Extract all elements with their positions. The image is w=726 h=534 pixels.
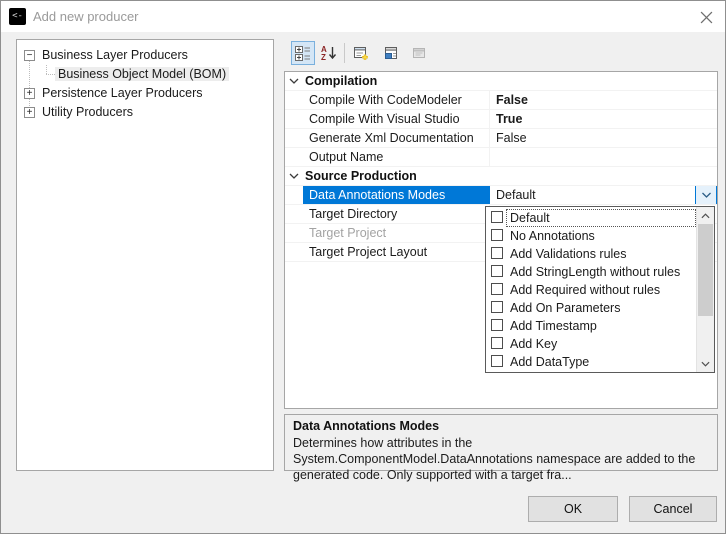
property-value[interactable] xyxy=(490,148,717,166)
data-annotations-dropdown: Default No Annotations Add Validations r… xyxy=(485,206,715,373)
checkbox[interactable] xyxy=(491,301,503,313)
tree-item-business-layer-producers[interactable]: Business Layer Producers xyxy=(39,46,191,65)
dropdown-item-add-stringlength-without-rules[interactable]: Add StringLength without rules xyxy=(486,263,696,281)
dropdown-item-add-on-parameters[interactable]: Add On Parameters xyxy=(486,299,696,317)
property-value[interactable]: Default xyxy=(490,186,717,204)
combo-value: Default xyxy=(496,188,536,202)
property-description-panel: Data Annotations Modes Determines how at… xyxy=(284,414,718,482)
description-text: Determines how attributes in the System.… xyxy=(293,436,696,482)
window-title: Add new producer xyxy=(33,9,139,24)
scrollbar-thumb[interactable] xyxy=(698,224,713,316)
dropdown-item-add-validations-rules[interactable]: Add Validations rules xyxy=(486,245,696,263)
checkbox[interactable] xyxy=(491,229,503,241)
property-value[interactable]: False xyxy=(490,91,717,109)
dropdown-item-add-timestamp[interactable]: Add Timestamp xyxy=(486,317,696,335)
toolbar-separator xyxy=(344,43,345,63)
category-row-compilation[interactable]: Compilation xyxy=(285,72,717,91)
property-value[interactable]: False xyxy=(490,129,717,147)
dropdown-item-no-annotations[interactable]: No Annotations xyxy=(486,227,696,245)
dropdown-item-default[interactable]: Default xyxy=(486,209,696,227)
property-value[interactable]: True xyxy=(490,110,717,128)
tree-item-utility-producers[interactable]: Utility Producers xyxy=(39,103,136,122)
property-name: Output Name xyxy=(303,148,490,166)
dropdown-item-add-key[interactable]: Add Key xyxy=(486,335,696,353)
chevron-down-icon xyxy=(701,192,711,198)
property-name: Target Project Layout xyxy=(303,243,490,261)
property-name: Target Directory xyxy=(303,205,490,223)
categorized-view-button[interactable] xyxy=(291,41,315,65)
scroll-up-icon[interactable] xyxy=(697,207,714,224)
property-row[interactable]: Compile With Visual Studio True xyxy=(285,110,717,129)
property-pages-button xyxy=(407,41,431,65)
combo-dropdown-button[interactable] xyxy=(695,186,717,204)
chevron-down-icon[interactable] xyxy=(285,72,303,90)
description-title: Data Annotations Modes xyxy=(293,419,440,433)
checkbox[interactable] xyxy=(491,319,503,331)
category-label: Source Production xyxy=(305,169,417,183)
tree-connector xyxy=(29,60,30,112)
property-pages-icon xyxy=(413,48,425,58)
tree-item-business-object-model[interactable]: Business Object Model (BOM) xyxy=(55,65,230,84)
property-name: Compile With CodeModeler xyxy=(303,91,490,109)
chevron-down-icon[interactable] xyxy=(285,167,303,185)
tree-expander-minus-icon[interactable]: − xyxy=(24,50,35,61)
alphabetical-sort-button[interactable]: A Z xyxy=(317,41,341,65)
checkbox[interactable] xyxy=(491,247,503,259)
checkbox[interactable] xyxy=(491,265,503,277)
category-label: Compilation xyxy=(305,74,378,88)
checkbox[interactable] xyxy=(491,355,503,367)
show-attached-properties-icon xyxy=(385,47,397,59)
titlebar: <- Add new producer xyxy=(1,1,725,32)
tree-expander-plus-icon[interactable]: + xyxy=(24,88,35,99)
checkbox[interactable] xyxy=(491,337,503,349)
alphabetical-sort-icon: A Z xyxy=(321,45,337,61)
property-name: Generate Xml Documentation xyxy=(303,129,490,147)
dropdown-scrollbar[interactable] xyxy=(696,207,714,372)
property-row[interactable]: Output Name xyxy=(285,148,717,167)
ok-button[interactable]: OK xyxy=(528,496,618,522)
property-name: Target Project xyxy=(303,224,490,242)
scroll-down-icon[interactable] xyxy=(697,355,714,372)
dropdown-item-add-required-without-rules[interactable]: Add Required without rules xyxy=(486,281,696,299)
property-row-data-annotations-modes[interactable]: Data Annotations Modes Default xyxy=(285,186,717,205)
property-row[interactable]: Compile With CodeModeler False xyxy=(285,91,717,110)
tree-item-persistence-layer-producers[interactable]: Persistence Layer Producers xyxy=(39,84,206,103)
show-attached-properties-button[interactable] xyxy=(379,41,403,65)
tree-connector xyxy=(46,65,47,74)
checkbox[interactable] xyxy=(491,211,503,223)
cancel-button[interactable]: Cancel xyxy=(629,496,717,522)
add-property-tab-button[interactable] xyxy=(349,41,373,65)
add-property-tab-icon xyxy=(354,47,368,60)
add-new-producer-dialog: <- Add new producer − Business Layer Pro… xyxy=(0,0,726,534)
property-name: Data Annotations Modes xyxy=(303,186,490,204)
checkbox[interactable] xyxy=(491,283,503,295)
app-logo-icon: <- xyxy=(9,8,26,25)
producer-tree: − Business Layer Producers Business Obje… xyxy=(16,39,274,471)
tree-connector xyxy=(46,74,55,75)
dropdown-item-add-datatype[interactable]: Add DataType xyxy=(486,353,696,371)
close-icon[interactable] xyxy=(693,5,719,29)
categorized-view-icon xyxy=(295,46,310,61)
property-row[interactable]: Generate Xml Documentation False xyxy=(285,129,717,148)
tree-expander-plus-icon[interactable]: + xyxy=(24,107,35,118)
svg-text:Z: Z xyxy=(321,53,326,61)
category-row-source-production[interactable]: Source Production xyxy=(285,167,717,186)
dropdown-list: Default No Annotations Add Validations r… xyxy=(486,207,696,372)
property-name: Compile With Visual Studio xyxy=(303,110,490,128)
